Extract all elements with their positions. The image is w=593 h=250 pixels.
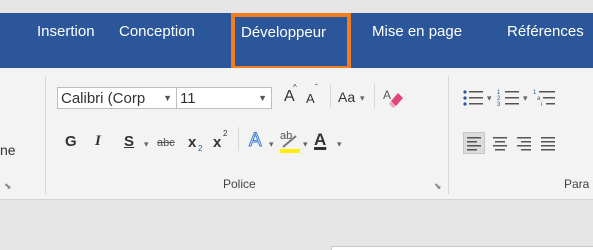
- text-effects-icon: A: [249, 130, 263, 152]
- chevron-down-icon: ▾: [360, 93, 365, 103]
- separator: [374, 84, 375, 108]
- numbering-icon[interactable]: 1 2 3: [497, 86, 521, 110]
- chevron-down-icon[interactable]: ▾: [144, 139, 149, 150]
- font-dialog-launcher-icon[interactable]: ⬊: [434, 181, 442, 192]
- change-case-icon: Aa: [338, 89, 356, 105]
- chevron-down-icon[interactable]: ▼: [163, 89, 172, 108]
- document-page[interactable]: [331, 246, 593, 250]
- tab-conception[interactable]: Conception: [119, 22, 195, 42]
- caret-up-icon: ^: [293, 83, 297, 92]
- justify-icon[interactable]: [538, 133, 558, 153]
- chevron-down-icon[interactable]: ▾: [523, 93, 528, 104]
- clear-formatting-icon[interactable]: A: [382, 87, 404, 109]
- tab-insertion[interactable]: Insertion: [37, 22, 95, 42]
- chevron-down-icon: ▾: [269, 139, 274, 149]
- group-separator: [448, 76, 449, 194]
- chevron-down-icon[interactable]: ▾: [487, 93, 492, 104]
- align-left-icon: [467, 137, 481, 151]
- document-area: [0, 200, 593, 249]
- bold-button[interactable]: G: [65, 133, 77, 150]
- tab-mise-en-page[interactable]: Mise en page: [372, 22, 462, 42]
- font-size-value: 11: [180, 90, 196, 107]
- subscript-base: x: [188, 134, 197, 151]
- svg-text:3: 3: [497, 102, 501, 108]
- caret-down-icon: ˇ: [315, 83, 318, 92]
- align-left-button[interactable]: [463, 132, 485, 154]
- tab-references[interactable]: Références: [507, 22, 584, 42]
- superscript-base: x: [213, 134, 222, 151]
- group-separator: [45, 76, 46, 194]
- chevron-down-icon: ▾: [303, 139, 308, 149]
- group-launcher-left-icon[interactable]: ⬊: [4, 181, 12, 192]
- bullets-icon[interactable]: [461, 86, 485, 110]
- separator: [330, 84, 331, 108]
- font-color-icon: A: [314, 130, 327, 149]
- partial-group-label: ne: [0, 142, 16, 158]
- subscript-mark: 2: [198, 144, 203, 153]
- align-right-icon[interactable]: [514, 133, 534, 153]
- developpeur-highlight-box: [231, 13, 351, 70]
- highlighter-pen-icon: [280, 135, 300, 153]
- separator: [238, 127, 239, 151]
- shrink-font-icon: A: [306, 91, 315, 106]
- italic-button[interactable]: I: [95, 133, 101, 150]
- svg-text:i: i: [541, 102, 542, 108]
- strikethrough-button[interactable]: abc: [157, 137, 175, 149]
- chevron-down-icon: ▾: [337, 139, 342, 149]
- font-size-combobox[interactable]: 11 ▼: [176, 87, 272, 109]
- group-label-paragraph: Para: [564, 177, 590, 191]
- chevron-down-icon[interactable]: ▼: [258, 89, 267, 108]
- svg-text:A: A: [383, 88, 391, 102]
- align-center-icon[interactable]: [490, 133, 510, 153]
- underline-icon: S: [124, 133, 135, 150]
- group-label-police: Police: [223, 177, 256, 191]
- superscript-mark: 2: [223, 129, 228, 138]
- multilevel-list-icon[interactable]: 1 a i: [533, 86, 557, 110]
- font-name-combobox[interactable]: Calibri (Corp ▼: [57, 87, 177, 109]
- font-name-value: Calibri (Corp: [61, 90, 146, 107]
